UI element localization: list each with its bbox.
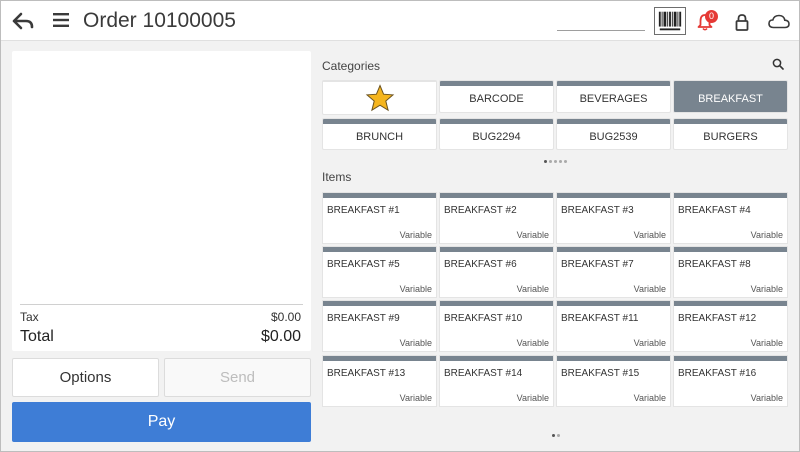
category-label: BARCODE <box>469 93 524 105</box>
item-price: Variable <box>633 338 666 348</box>
item-name: BREAKFAST #13 <box>327 368 406 379</box>
item-price: Variable <box>633 230 666 240</box>
category-tile-favorites[interactable] <box>323 81 436 114</box>
options-button[interactable]: Options <box>12 358 159 397</box>
pay-button[interactable]: Pay <box>12 402 311 442</box>
item-price: Variable <box>633 393 666 403</box>
item-price: Variable <box>399 393 432 403</box>
item-tile[interactable]: BREAKFAST #16 Variable <box>674 356 787 406</box>
page-dot[interactable] <box>559 160 562 163</box>
item-price: Variable <box>750 338 783 348</box>
page-dot[interactable] <box>554 160 557 163</box>
item-name: BREAKFAST #11 <box>561 313 639 324</box>
search-icon[interactable] <box>772 58 784 70</box>
item-price: Variable <box>399 230 432 240</box>
category-label: BEVERAGES <box>579 93 648 105</box>
item-name: BREAKFAST #1 <box>327 205 400 216</box>
total-value: $0.00 <box>260 328 301 345</box>
page-title: Order 10100005 <box>83 9 236 32</box>
item-tile[interactable]: BREAKFAST #1 Variable <box>323 193 436 243</box>
item-name: BREAKFAST #6 <box>444 259 517 270</box>
item-tile[interactable]: BREAKFAST #7 Variable <box>557 247 670 297</box>
item-name: BREAKFAST #16 <box>678 368 757 379</box>
back-arrow-icon[interactable] <box>11 11 35 31</box>
item-tile[interactable]: BREAKFAST #6 Variable <box>440 247 553 297</box>
hamburger-menu-icon[interactable] <box>53 13 69 27</box>
item-name: BREAKFAST #12 <box>678 313 757 324</box>
item-price: Variable <box>750 393 783 403</box>
item-name: BREAKFAST #2 <box>444 205 517 216</box>
item-name: BREAKFAST #14 <box>444 368 523 379</box>
item-price: Variable <box>633 284 666 294</box>
item-price: Variable <box>516 230 549 240</box>
search-input[interactable] <box>557 11 645 31</box>
category-label: BRUNCH <box>355 131 404 143</box>
item-tile[interactable]: BREAKFAST #10 Variable <box>440 301 553 351</box>
item-tile[interactable]: BREAKFAST #13 Variable <box>323 356 436 406</box>
category-tile-bug2539[interactable]: BUG2539 <box>557 119 670 149</box>
item-tile[interactable]: BREAKFAST #14 Variable <box>440 356 553 406</box>
item-price: Variable <box>516 284 549 294</box>
item-tile[interactable]: BREAKFAST #5 Variable <box>323 247 436 297</box>
item-price: Variable <box>399 284 432 294</box>
item-name: BREAKFAST #7 <box>561 259 634 270</box>
item-tile[interactable]: BREAKFAST #15 Variable <box>557 356 670 406</box>
item-tile[interactable]: BREAKFAST #2 Variable <box>440 193 553 243</box>
page-dot[interactable] <box>549 160 552 163</box>
item-name: BREAKFAST #15 <box>561 368 640 379</box>
order-divider <box>20 304 303 305</box>
category-tile-barcode[interactable]: BARCODE <box>440 81 553 112</box>
lock-icon[interactable] <box>735 13 749 31</box>
top-bar: Order 10100005 0 <box>1 1 799 41</box>
item-name: BREAKFAST #8 <box>678 259 751 270</box>
total-label: Total <box>20 328 54 345</box>
page-dot[interactable] <box>564 160 567 163</box>
category-label: BREAKFAST <box>698 93 763 105</box>
category-page-indicator[interactable] <box>544 160 569 164</box>
item-name: BREAKFAST #4 <box>678 205 751 216</box>
tax-label: Tax <box>20 310 39 324</box>
page-dot[interactable] <box>552 434 555 437</box>
item-price: Variable <box>750 230 783 240</box>
item-tile[interactable]: BREAKFAST #8 Variable <box>674 247 787 297</box>
categories-heading: Categories <box>322 59 381 73</box>
item-name: BREAKFAST #10 <box>444 313 523 324</box>
item-tile[interactable]: BREAKFAST #12 Variable <box>674 301 787 351</box>
page-dot[interactable] <box>557 434 560 437</box>
item-name: BREAKFAST #9 <box>327 313 400 324</box>
item-page-indicator[interactable] <box>552 434 562 438</box>
item-price: Variable <box>516 393 549 403</box>
item-tile[interactable]: BREAKFAST #11 Variable <box>557 301 670 351</box>
item-name: BREAKFAST #5 <box>327 259 400 270</box>
send-button[interactable]: Send <box>164 358 311 397</box>
item-tile[interactable]: BREAKFAST #4 Variable <box>674 193 787 243</box>
cloud-icon[interactable] <box>768 14 790 29</box>
category-tile-brunch[interactable]: BRUNCH <box>323 119 436 149</box>
category-tile-breakfast[interactable]: BREAKFAST <box>674 81 787 112</box>
item-price: Variable <box>516 338 549 348</box>
items-heading: Items <box>322 170 352 184</box>
category-label: BUG2539 <box>589 131 638 143</box>
item-price: Variable <box>750 284 783 294</box>
item-tile[interactable]: BREAKFAST #9 Variable <box>323 301 436 351</box>
item-price: Variable <box>399 338 432 348</box>
item-name: BREAKFAST #3 <box>561 205 634 216</box>
tax-value: $0.00 <box>270 310 301 324</box>
item-tile[interactable]: BREAKFAST #3 Variable <box>557 193 670 243</box>
category-label: BUG2294 <box>472 131 521 143</box>
star-icon <box>365 84 394 112</box>
category-label: BURGERS <box>703 131 758 143</box>
category-tile-burgers[interactable]: BURGERS <box>674 119 787 149</box>
barcode-icon[interactable] <box>654 7 686 35</box>
notification-badge: 0 <box>705 10 718 23</box>
category-tile-bug2294[interactable]: BUG2294 <box>440 119 553 149</box>
order-panel: Tax $0.00 Total $0.00 <box>12 51 311 351</box>
page-dot[interactable] <box>544 160 547 163</box>
category-tile-beverages[interactable]: BEVERAGES <box>557 81 670 112</box>
